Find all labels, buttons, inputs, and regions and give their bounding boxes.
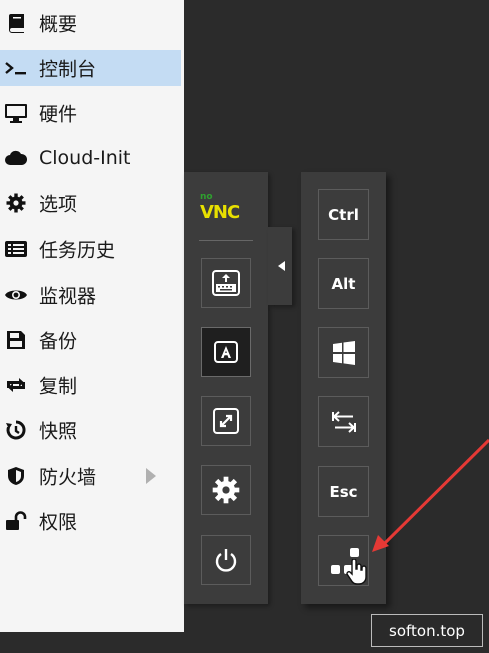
watermark: softon.top (371, 614, 483, 647)
hand-cursor-icon (346, 559, 367, 585)
annotation-arrow (372, 438, 489, 552)
